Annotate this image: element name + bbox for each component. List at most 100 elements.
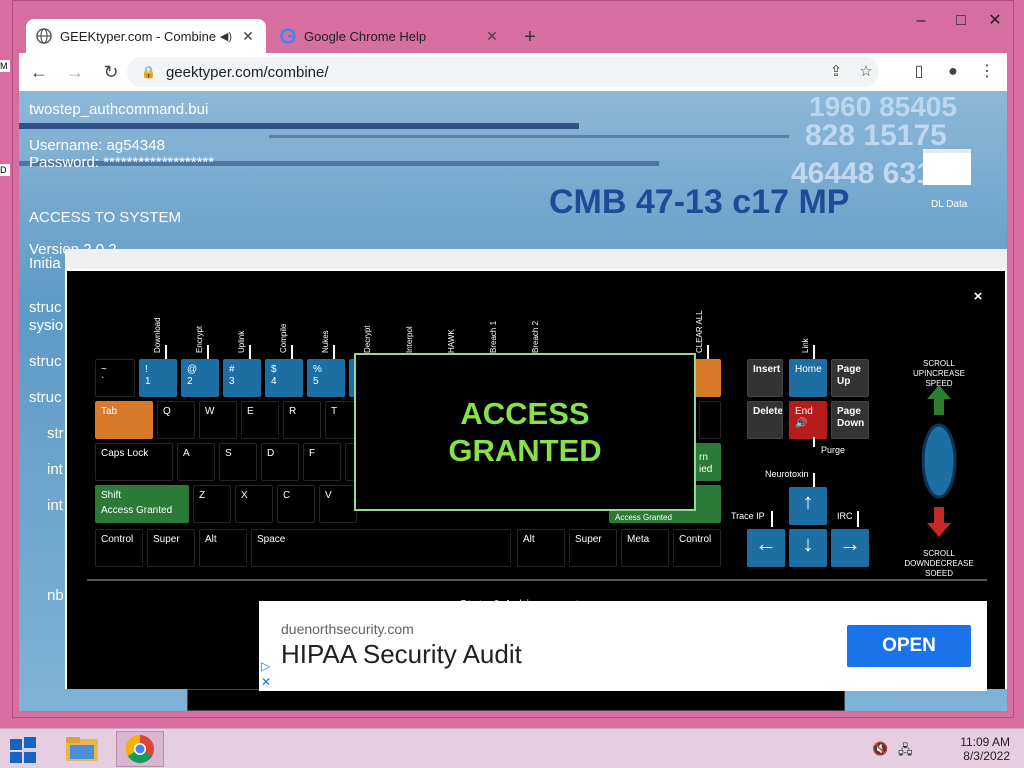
key-backslash[interactable] <box>699 401 721 439</box>
key-e[interactable]: E <box>241 401 279 439</box>
terminal-line: sysio <box>29 317 64 334</box>
label-decrypt: Decrypt <box>363 325 372 353</box>
key-tilde[interactable]: ~ ` <box>95 359 135 397</box>
lock-icon[interactable]: 🔒 <box>141 65 156 79</box>
ad-open-button[interactable]: OPEN <box>847 625 971 667</box>
tab-close-icon[interactable]: ✕ <box>484 28 500 45</box>
bookmark-star-icon[interactable]: ☆ <box>853 59 879 85</box>
key-v[interactable]: V <box>319 485 357 523</box>
side-panel-icon[interactable]: ▯ <box>905 58 933 86</box>
tab-close-icon[interactable]: ✕ <box>240 28 256 45</box>
key-insert[interactable]: Insert <box>747 359 783 397</box>
key-meta[interactable]: Meta <box>621 529 669 567</box>
key-5[interactable]: % 5 <box>307 359 345 397</box>
new-tab-button[interactable]: + <box>516 23 544 51</box>
address-bar[interactable]: 🔒 geektyper.com/combine/ ⇪ ☆ <box>127 57 879 87</box>
key-up-arrow[interactable]: ↑ <box>789 487 827 525</box>
key-f[interactable]: F <box>303 443 341 481</box>
bg-number: 828 15175 <box>805 119 947 152</box>
label-clear-all: CLEAR ALL <box>695 310 704 353</box>
chrome-icon[interactable] <box>116 731 164 767</box>
key-left-arrow[interactable]: ← <box>747 529 785 567</box>
network-icon[interactable]: 🖧 <box>898 741 913 763</box>
label-neurotoxin: Neurotoxin <box>765 469 809 479</box>
volume-icon[interactable]: ◀) <box>220 30 232 43</box>
profile-icon[interactable]: ● <box>939 58 967 86</box>
system-clock[interactable]: 11:09 AM 8/3/2022 <box>940 735 1010 763</box>
back-button[interactable]: ← <box>23 56 55 88</box>
label-uplink: Uplink <box>237 330 246 353</box>
tab-geektyper[interactable]: GEEKtyper.com - Combine ◀) ✕ <box>26 19 266 53</box>
dl-data-label: DL Data <box>931 199 968 210</box>
terminal-line: struc <box>29 389 62 406</box>
key-control-right[interactable]: Control <box>673 529 721 567</box>
key-alt-right[interactable]: Alt <box>517 529 565 567</box>
arrow-down-icon[interactable] <box>927 507 951 537</box>
scroll-down-label: SCROLL DOWNDECREASE SOEED <box>904 549 974 578</box>
key-c[interactable]: C <box>277 485 315 523</box>
key-s[interactable]: S <box>219 443 257 481</box>
key-page-down[interactable]: Page Down <box>831 401 869 439</box>
file-explorer-icon[interactable] <box>58 731 106 767</box>
key-right-arrow[interactable]: → <box>831 529 869 567</box>
key-4[interactable]: $4 <box>265 359 303 397</box>
label-breach-1: Breach 1 <box>489 320 498 353</box>
key-enter[interactable]: rn ied <box>693 443 721 481</box>
windows-start-icon[interactable] <box>10 737 38 763</box>
key-page-up[interactable]: Page Up <box>831 359 869 397</box>
key-super-right[interactable]: Super <box>569 529 617 567</box>
tab-chrome-help[interactable]: Google Chrome Help ✕ <box>270 19 510 53</box>
key-d[interactable]: D <box>261 443 299 481</box>
key-control-left[interactable]: Control <box>95 529 143 567</box>
key-1[interactable]: ! 1 <box>139 359 177 397</box>
key-q[interactable]: Q <box>157 401 195 439</box>
arrow-up-icon[interactable] <box>927 385 951 415</box>
forward-button[interactable]: → <box>59 56 91 88</box>
desktop-icon-m[interactable]: M <box>0 60 10 72</box>
share-icon[interactable]: ⇪ <box>823 59 849 85</box>
clock-time: 11:09 AM <box>960 735 1010 749</box>
key-tab[interactable]: Tab <box>95 401 153 439</box>
key-shift-left[interactable]: Shift Access Granted <box>95 485 189 523</box>
key-end[interactable]: End 🔊 <box>789 401 827 439</box>
adchoices-icon[interactable]: ▷ <box>261 659 270 673</box>
key-home[interactable]: Home <box>789 359 827 397</box>
terminal-line: Password: ******************* <box>29 154 215 171</box>
key-a[interactable]: A <box>177 443 215 481</box>
key-space[interactable]: Space <box>251 529 511 567</box>
access-text-line-1: ACCESS <box>460 396 590 431</box>
label-breach-2: Breach 2 <box>531 320 540 353</box>
key-caps-lock[interactable]: Caps Lock <box>95 443 173 481</box>
key-super-left[interactable]: Super <box>147 529 195 567</box>
ad-domain[interactable]: duenorthsecurity.com <box>281 621 414 637</box>
key-alt-left[interactable]: Alt <box>199 529 247 567</box>
key-delete[interactable]: Delete <box>747 401 783 439</box>
key-2[interactable]: @2 <box>181 359 219 397</box>
url-text[interactable]: geektyper.com/combine/ <box>166 64 329 81</box>
speed-knob-icon[interactable] <box>921 423 957 499</box>
key-w[interactable]: W <box>199 401 237 439</box>
terminal-line: str <box>47 425 64 442</box>
taskbar: 🔇 🖧 11:09 AM 8/3/2022 <box>0 728 1024 768</box>
menu-icon[interactable]: ⋮ <box>973 58 1001 86</box>
label-trace-ip: Trace IP <box>731 511 765 521</box>
desktop-icon-d[interactable]: D <box>0 164 10 176</box>
key-r[interactable]: R <box>283 401 321 439</box>
ad-banner[interactable]: ▷ ✕ duenorthsecurity.com HIPAA Security … <box>259 601 987 691</box>
key-3[interactable]: #3 <box>223 359 261 397</box>
key-x[interactable]: X <box>235 485 273 523</box>
ad-headline[interactable]: HIPAA Security Audit <box>281 639 522 670</box>
terminal-line: Username: ag54348 <box>29 137 165 154</box>
label-interpol: Interpol <box>405 326 414 353</box>
key-z[interactable]: Z <box>193 485 231 523</box>
label-encrypt: Encrypt <box>195 325 204 353</box>
label-purge: Purge <box>821 445 846 455</box>
modal-close-button[interactable]: × <box>968 287 988 307</box>
ad-close-icon[interactable]: ✕ <box>261 675 271 689</box>
folder-icon[interactable] <box>923 149 971 185</box>
volume-muted-icon[interactable]: 🔇 <box>872 741 888 757</box>
reload-button[interactable]: ↻ <box>95 56 127 88</box>
terminal-line: int <box>47 497 63 514</box>
terminal-line: struc <box>29 299 62 316</box>
key-down-arrow[interactable]: ↓ <box>789 529 827 567</box>
